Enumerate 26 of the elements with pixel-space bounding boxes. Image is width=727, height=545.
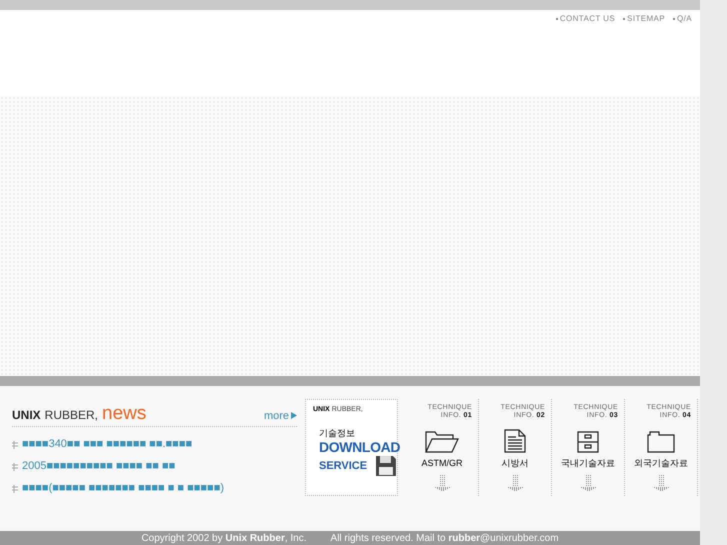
file-cabinet-icon [577, 431, 599, 453]
technique-title: 외국기술자료 [634, 457, 688, 470]
technique-title: 시방서 [502, 457, 528, 470]
news-title: news [102, 404, 146, 423]
top-nav-link[interactable]: CONTACT US [560, 13, 616, 25]
bullet-icon [12, 463, 18, 471]
more-link[interactable]: more [264, 408, 297, 424]
open-folder-icon [425, 429, 459, 453]
play-icon [291, 412, 297, 420]
brand-name: UNIX [12, 407, 41, 424]
bullet-icon [12, 485, 18, 493]
bullet-icon [12, 441, 18, 449]
copyright-text: Copyright 2002 by Unix Rubber, Inc. [141, 532, 307, 545]
news-item-link[interactable]: ■■■■340■■ ■■■ ■■■■■■ ■■.■■■■ [22, 437, 192, 452]
technique-title: 국내기술자료 [561, 457, 615, 470]
news-item-link[interactable]: ■■■■(■■■■■ ■■■■■■■ ■■■■ ■ ■ ■■■■■) [22, 481, 224, 496]
contact-text: All rights reserved. Mail to rubber@unixrubber.com [330, 532, 559, 545]
top-nav-link[interactable]: SITEMAP [627, 13, 666, 25]
brand-subname: RUBBER, [44, 407, 98, 424]
document-icon [503, 429, 527, 453]
download-label: 기술정보 [319, 426, 356, 440]
download-subtitle: SERVICE [319, 458, 368, 474]
technique-title: ASTM/GR [421, 457, 462, 470]
news-item-link[interactable]: 2005■■■■■■■■■■ ■■■■ ■■ ■■ [22, 459, 176, 474]
top-nav-link[interactable]: Q/A [677, 13, 692, 25]
folder-icon [647, 431, 675, 453]
